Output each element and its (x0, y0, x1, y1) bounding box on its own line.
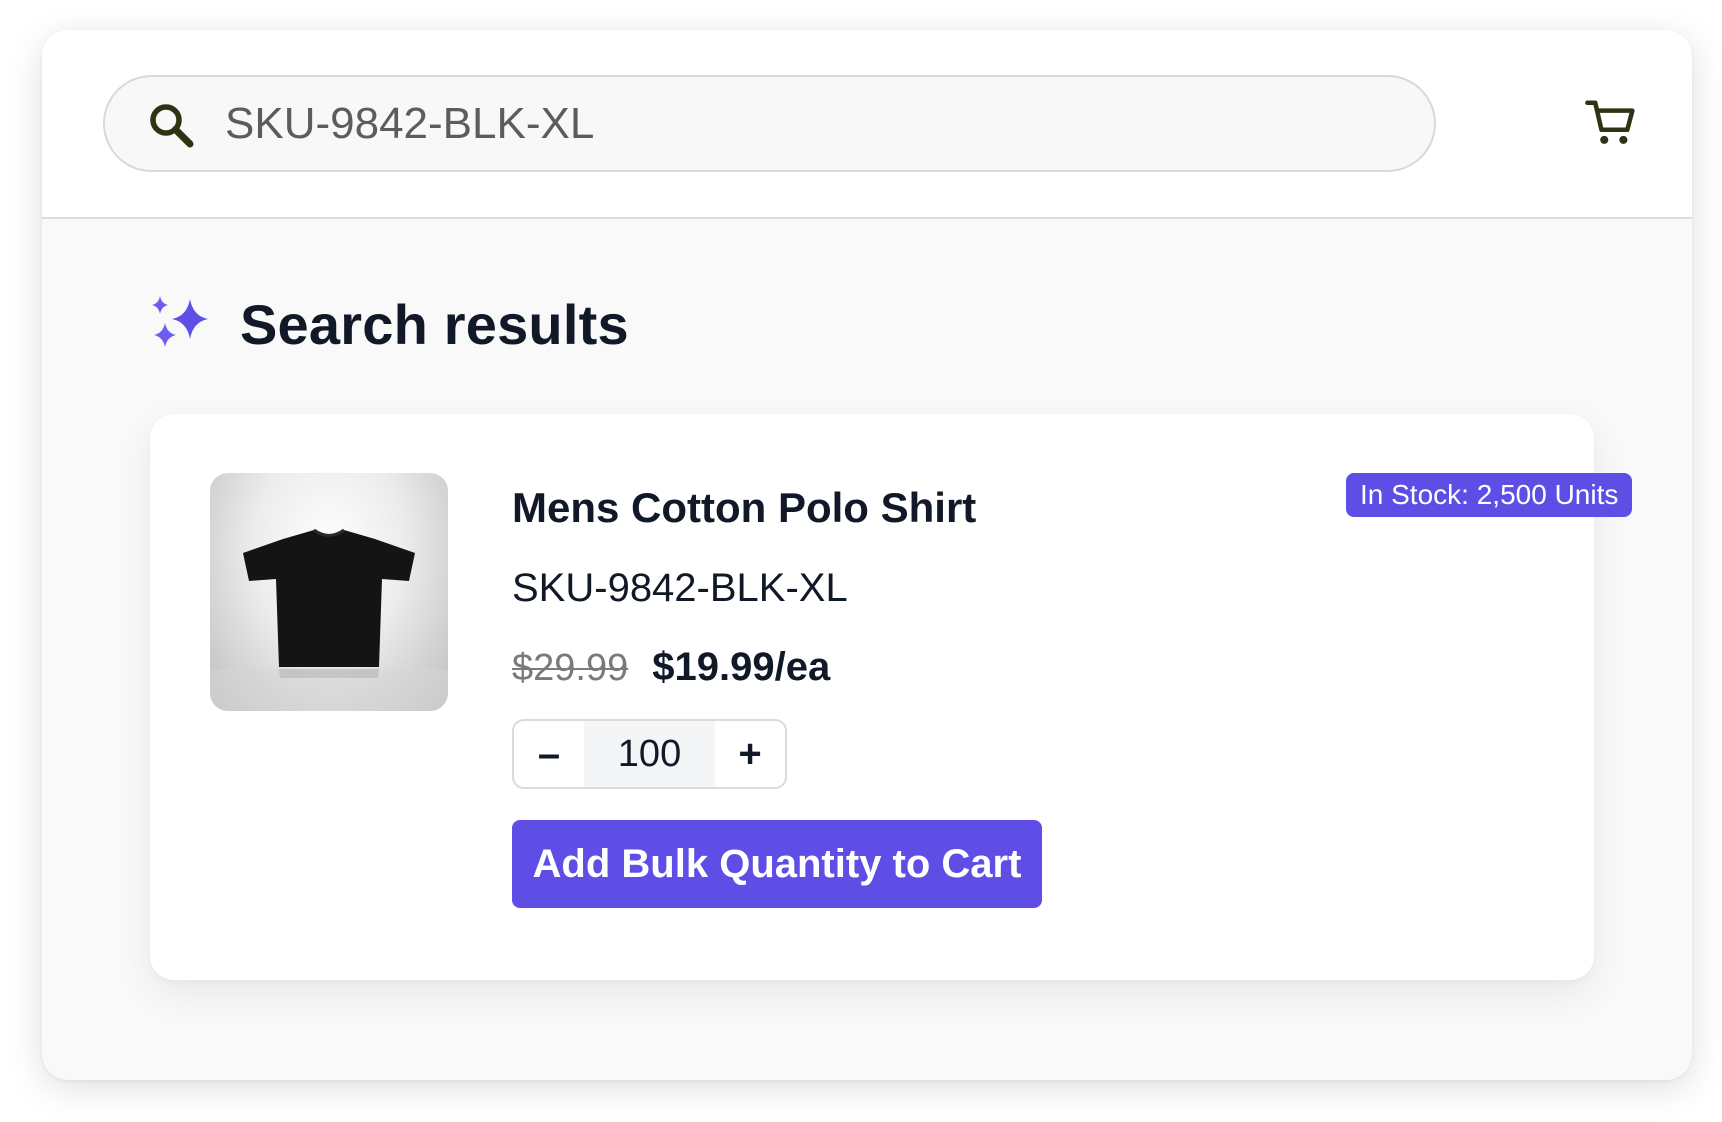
add-to-cart-button[interactable]: Add Bulk Quantity to Cart (512, 820, 1042, 908)
sale-price: $19.99/ea (652, 645, 831, 689)
sparkles-icon (148, 295, 214, 353)
black-t-shirt-image (210, 473, 448, 711)
results-header: Search results (148, 284, 629, 364)
stock-badge: In Stock: 2,500 Units (1346, 473, 1633, 517)
top-bar (42, 30, 1692, 219)
quantity-stepper: – + (512, 719, 787, 789)
increment-button[interactable]: + (715, 721, 785, 787)
quantity-input[interactable] (584, 721, 715, 787)
cart-button[interactable] (1582, 96, 1640, 154)
search-input[interactable] (225, 95, 1375, 153)
product-name[interactable]: Mens Cotton Polo Shirt (512, 484, 976, 532)
price-row: $29.99 $19.99/ea (512, 645, 830, 690)
page-title: Search results (240, 292, 629, 356)
search-icon (147, 101, 195, 149)
app-window: Search results Mens Cotton Polo Shirt In… (42, 30, 1692, 1080)
original-price: $29.99 (512, 647, 629, 689)
shopping-cart-icon (1584, 96, 1638, 155)
search-bar[interactable] (103, 75, 1436, 172)
product-card: Mens Cotton Polo Shirt In Stock: 2,500 U… (150, 414, 1633, 980)
product-sku: SKU-9842-BLK-XL (512, 566, 848, 610)
decrement-button[interactable]: – (514, 721, 584, 787)
